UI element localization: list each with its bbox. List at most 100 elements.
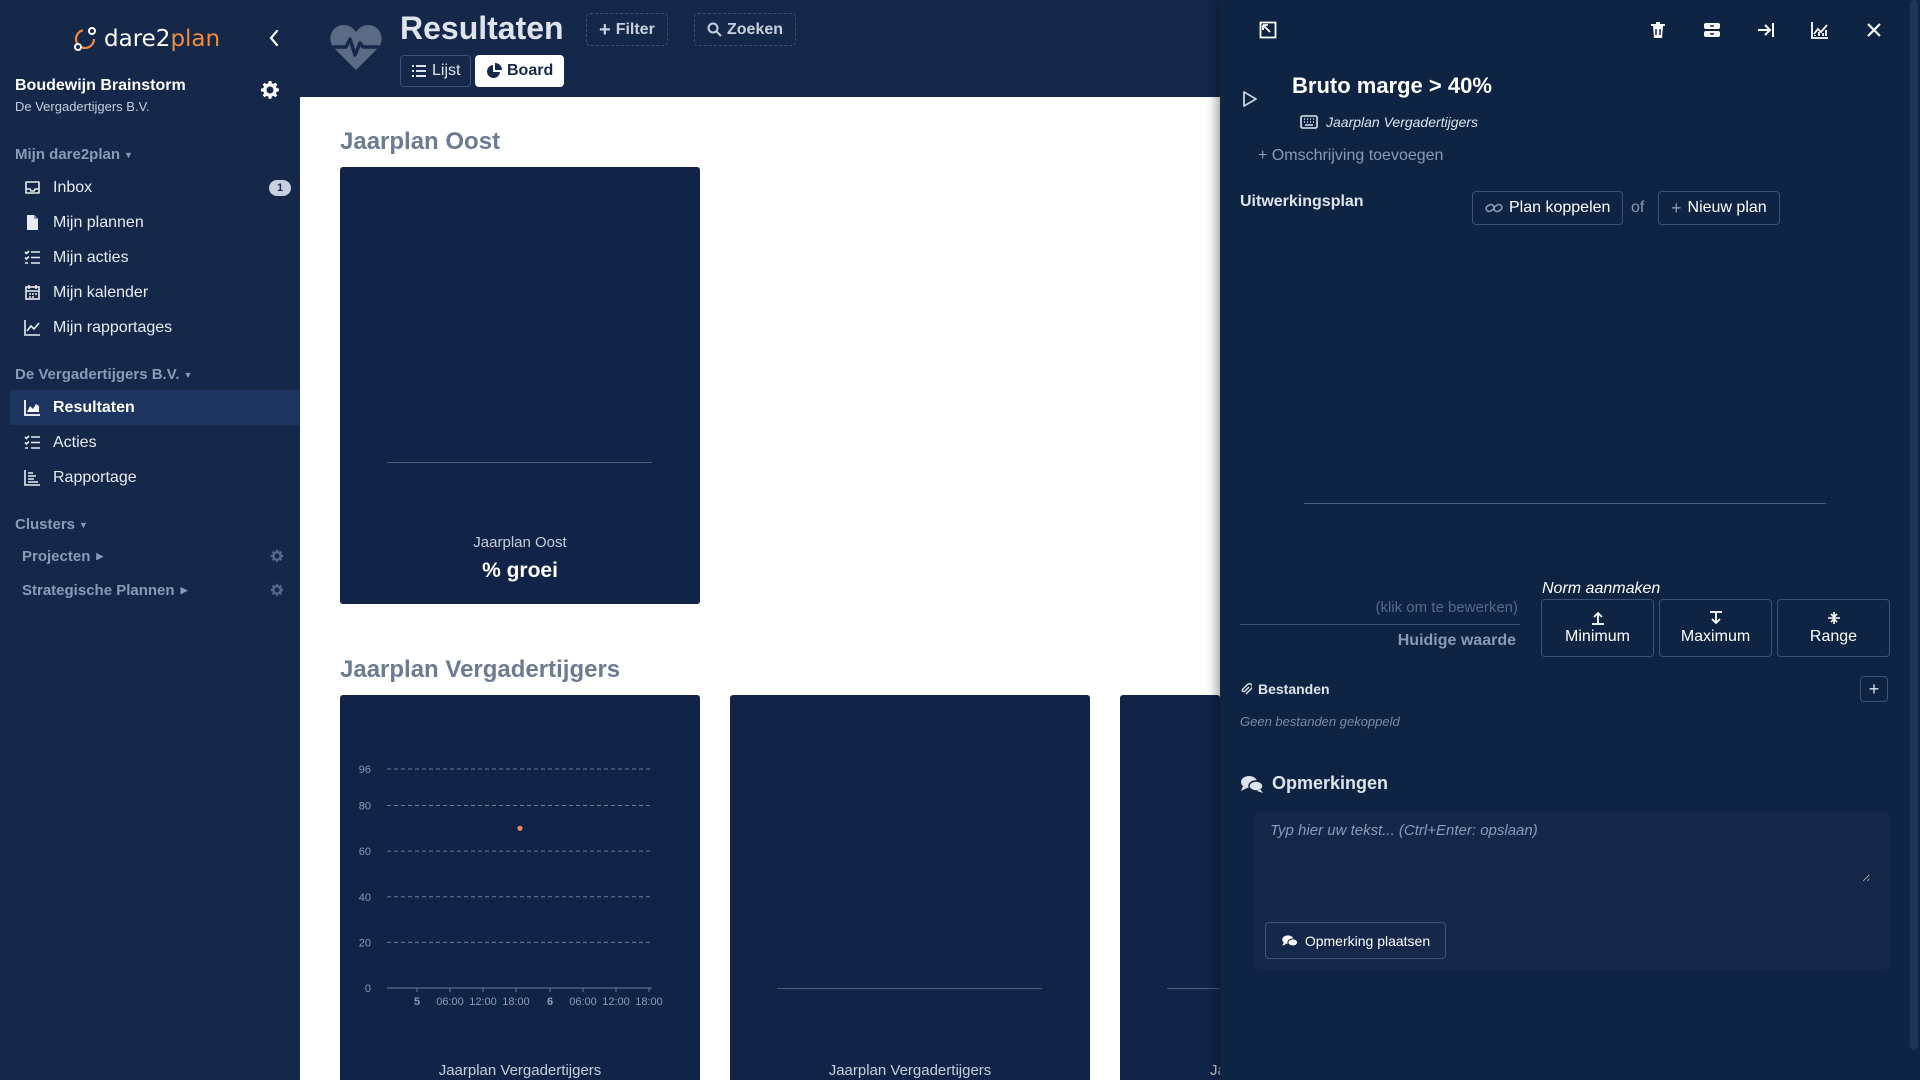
norm-maximum-button[interactable]: Maximum (1659, 599, 1772, 657)
close-icon (1867, 23, 1881, 37)
current-value-edit-field[interactable]: (klik om te bewerken) (1240, 599, 1518, 616)
logo[interactable]: dare2 plan (72, 24, 220, 54)
new-plan-button[interactable]: + Nieuw plan (1658, 191, 1780, 225)
logo-icon (74, 27, 96, 51)
result-chart-baseline (1304, 503, 1826, 504)
archive-icon (1704, 23, 1720, 37)
search-button[interactable]: Zoeken (694, 13, 797, 46)
arrow-right-to-line-icon (1758, 23, 1774, 37)
paperclip-icon (1241, 682, 1252, 695)
gear-icon[interactable] (270, 549, 284, 563)
search-button-label: Zoeken (727, 20, 784, 38)
close-panel-button[interactable] (1862, 18, 1886, 42)
x-tick-label: 6 (547, 996, 553, 1008)
add-description-button[interactable]: + Omschrijving toevoegen (1258, 147, 1443, 165)
filter-button[interactable]: + Filter (586, 13, 668, 46)
sidebar: dare2 plan Boudewijn Brainstorm De Vergad… (0, 0, 300, 1080)
card-label: Jaarplan Vergadertijgers (828, 1062, 992, 1079)
chart-baseline (387, 462, 652, 463)
inbox-icon (25, 181, 40, 194)
view-list-label: Lijst (432, 62, 461, 79)
comment-input[interactable] (1270, 822, 1870, 882)
archive-button[interactable] (1700, 18, 1724, 42)
y-tick-label: 20 (359, 937, 371, 949)
view-board-button[interactable]: Board (475, 55, 565, 87)
sidebar-item-inbox[interactable]: Inbox 1 (10, 170, 300, 205)
plan-reference-label: Jaarplan Vergadertijgers (1326, 114, 1479, 130)
inbox-count-badge: 1 (269, 180, 291, 196)
sidebar-item-resultaten[interactable]: Resultaten (10, 390, 300, 425)
page-title: Resultaten (400, 10, 564, 46)
x-tick-label: 06:00 (569, 996, 597, 1008)
logo-text-part1: dare2 (104, 26, 171, 52)
cluster-label: Strategische Plannen (22, 582, 175, 599)
user-organization: De Vergadertijgers B.V. (15, 99, 150, 114)
sidebar-item-label: Inbox (53, 178, 93, 196)
sidebar-item-mijn-plannen[interactable]: Mijn plannen (10, 205, 300, 240)
link-icon (1485, 203, 1503, 213)
play-icon[interactable] (1242, 90, 1258, 108)
line-chart-icon (24, 320, 40, 336)
comments-label: Opmerkingen (1272, 773, 1389, 793)
sidebar-item-label: Resultaten (53, 398, 135, 416)
link-plan-button[interactable]: Plan koppelen (1472, 191, 1624, 225)
panel-scrollbar-thumb[interactable] (1910, 0, 1918, 1050)
section-mijn-dare2plan-label: Mijn dare2plan (15, 146, 121, 163)
x-tick-label: 12:00 (469, 996, 497, 1008)
files-section-label: Bestanden (1240, 681, 1330, 697)
delete-button[interactable] (1646, 18, 1670, 42)
y-tick-label: 96 (359, 764, 371, 776)
or-text: of (1631, 199, 1645, 216)
plus-icon: + (599, 18, 611, 41)
card-label: Jaarplan Vergadertijgers (438, 1062, 602, 1079)
norm-range-label: Range (1809, 627, 1858, 645)
pie-chart-icon (487, 63, 502, 78)
sidebar-item-label: Rapportage (53, 468, 137, 486)
current-value-label: Huidige waarde (1397, 632, 1516, 649)
sidebar-item-rapportage[interactable]: Rapportage (10, 460, 300, 495)
section-mijn-dare2plan[interactable]: Mijn dare2plan ▼ (15, 146, 133, 163)
post-comment-label: Opmerking plaatsen (1304, 932, 1431, 949)
section-organization[interactable]: De Vergadertijgers B.V. ▼ (15, 366, 192, 383)
keyboard-icon (1300, 115, 1318, 129)
cluster-label: Projecten (22, 548, 91, 565)
sidebar-item-mijn-kalender[interactable]: Mijn kalender (10, 275, 300, 310)
collapse-sidebar-button[interactable] (262, 26, 286, 50)
view-list-button[interactable]: Lijst (400, 55, 472, 87)
move-to-end-button[interactable] (1754, 18, 1778, 42)
sidebar-item-label: Mijn acties (53, 248, 129, 266)
link-plan-label: Plan koppelen (1509, 199, 1611, 216)
result-chart: 0 20 40 60 80 96 5 06:00 12:00 18:00 6 06:00 12:00 18… (359, 764, 663, 1008)
bar-chart-icon (24, 470, 40, 486)
card-label: Ja (1210, 1062, 1220, 1079)
caret-down-icon: ▼ (183, 369, 193, 380)
norm-range-button[interactable]: Range (1777, 599, 1890, 657)
result-card[interactable]: 0 20 40 60 80 96 5 06:00 12:00 18:00 6 06:00 12:00 18… (340, 695, 700, 1080)
y-tick-label: 40 (359, 892, 371, 904)
user-settings-gear-icon[interactable] (260, 80, 280, 100)
caret-right-icon: ▶ (96, 551, 104, 561)
expand-panel-button[interactable] (1256, 18, 1280, 42)
result-card[interactable]: Jaarplan Oost % groei (340, 167, 700, 604)
cluster-strategische-plannen[interactable]: Strategische Plannen ▶ (22, 582, 187, 599)
result-title[interactable]: Bruto marge > 40% (1292, 73, 1492, 99)
sidebar-item-mijn-acties[interactable]: Mijn acties (10, 240, 300, 275)
sidebar-item-mijn-rapportages[interactable]: Mijn rapportages (10, 310, 300, 345)
section-clusters[interactable]: Clusters ▼ (15, 516, 88, 533)
x-tick-label: 12:00 (602, 996, 630, 1008)
plan-reference[interactable]: Jaarplan Vergadertijgers (1300, 114, 1478, 130)
y-tick-label: 60 (359, 846, 371, 858)
result-card[interactable]: Ja (1120, 695, 1220, 1080)
result-card[interactable]: Jaarplan Vergadertijgers (730, 695, 1090, 1080)
data-point (517, 825, 523, 831)
cluster-projecten[interactable]: Projecten ▶ (22, 548, 103, 565)
task-list-icon (24, 435, 40, 449)
sidebar-item-acties[interactable]: Acties (10, 425, 300, 460)
y-tick-label: 80 (359, 801, 371, 813)
gear-icon[interactable] (270, 583, 284, 597)
add-description-label: Omschrijving toevoegen (1271, 147, 1444, 164)
chart-view-button[interactable] (1808, 18, 1832, 42)
norm-minimum-button[interactable]: Minimum (1541, 599, 1654, 657)
post-comment-button[interactable]: Opmerking plaatsen (1265, 922, 1446, 959)
add-file-button[interactable]: + (1860, 676, 1888, 702)
